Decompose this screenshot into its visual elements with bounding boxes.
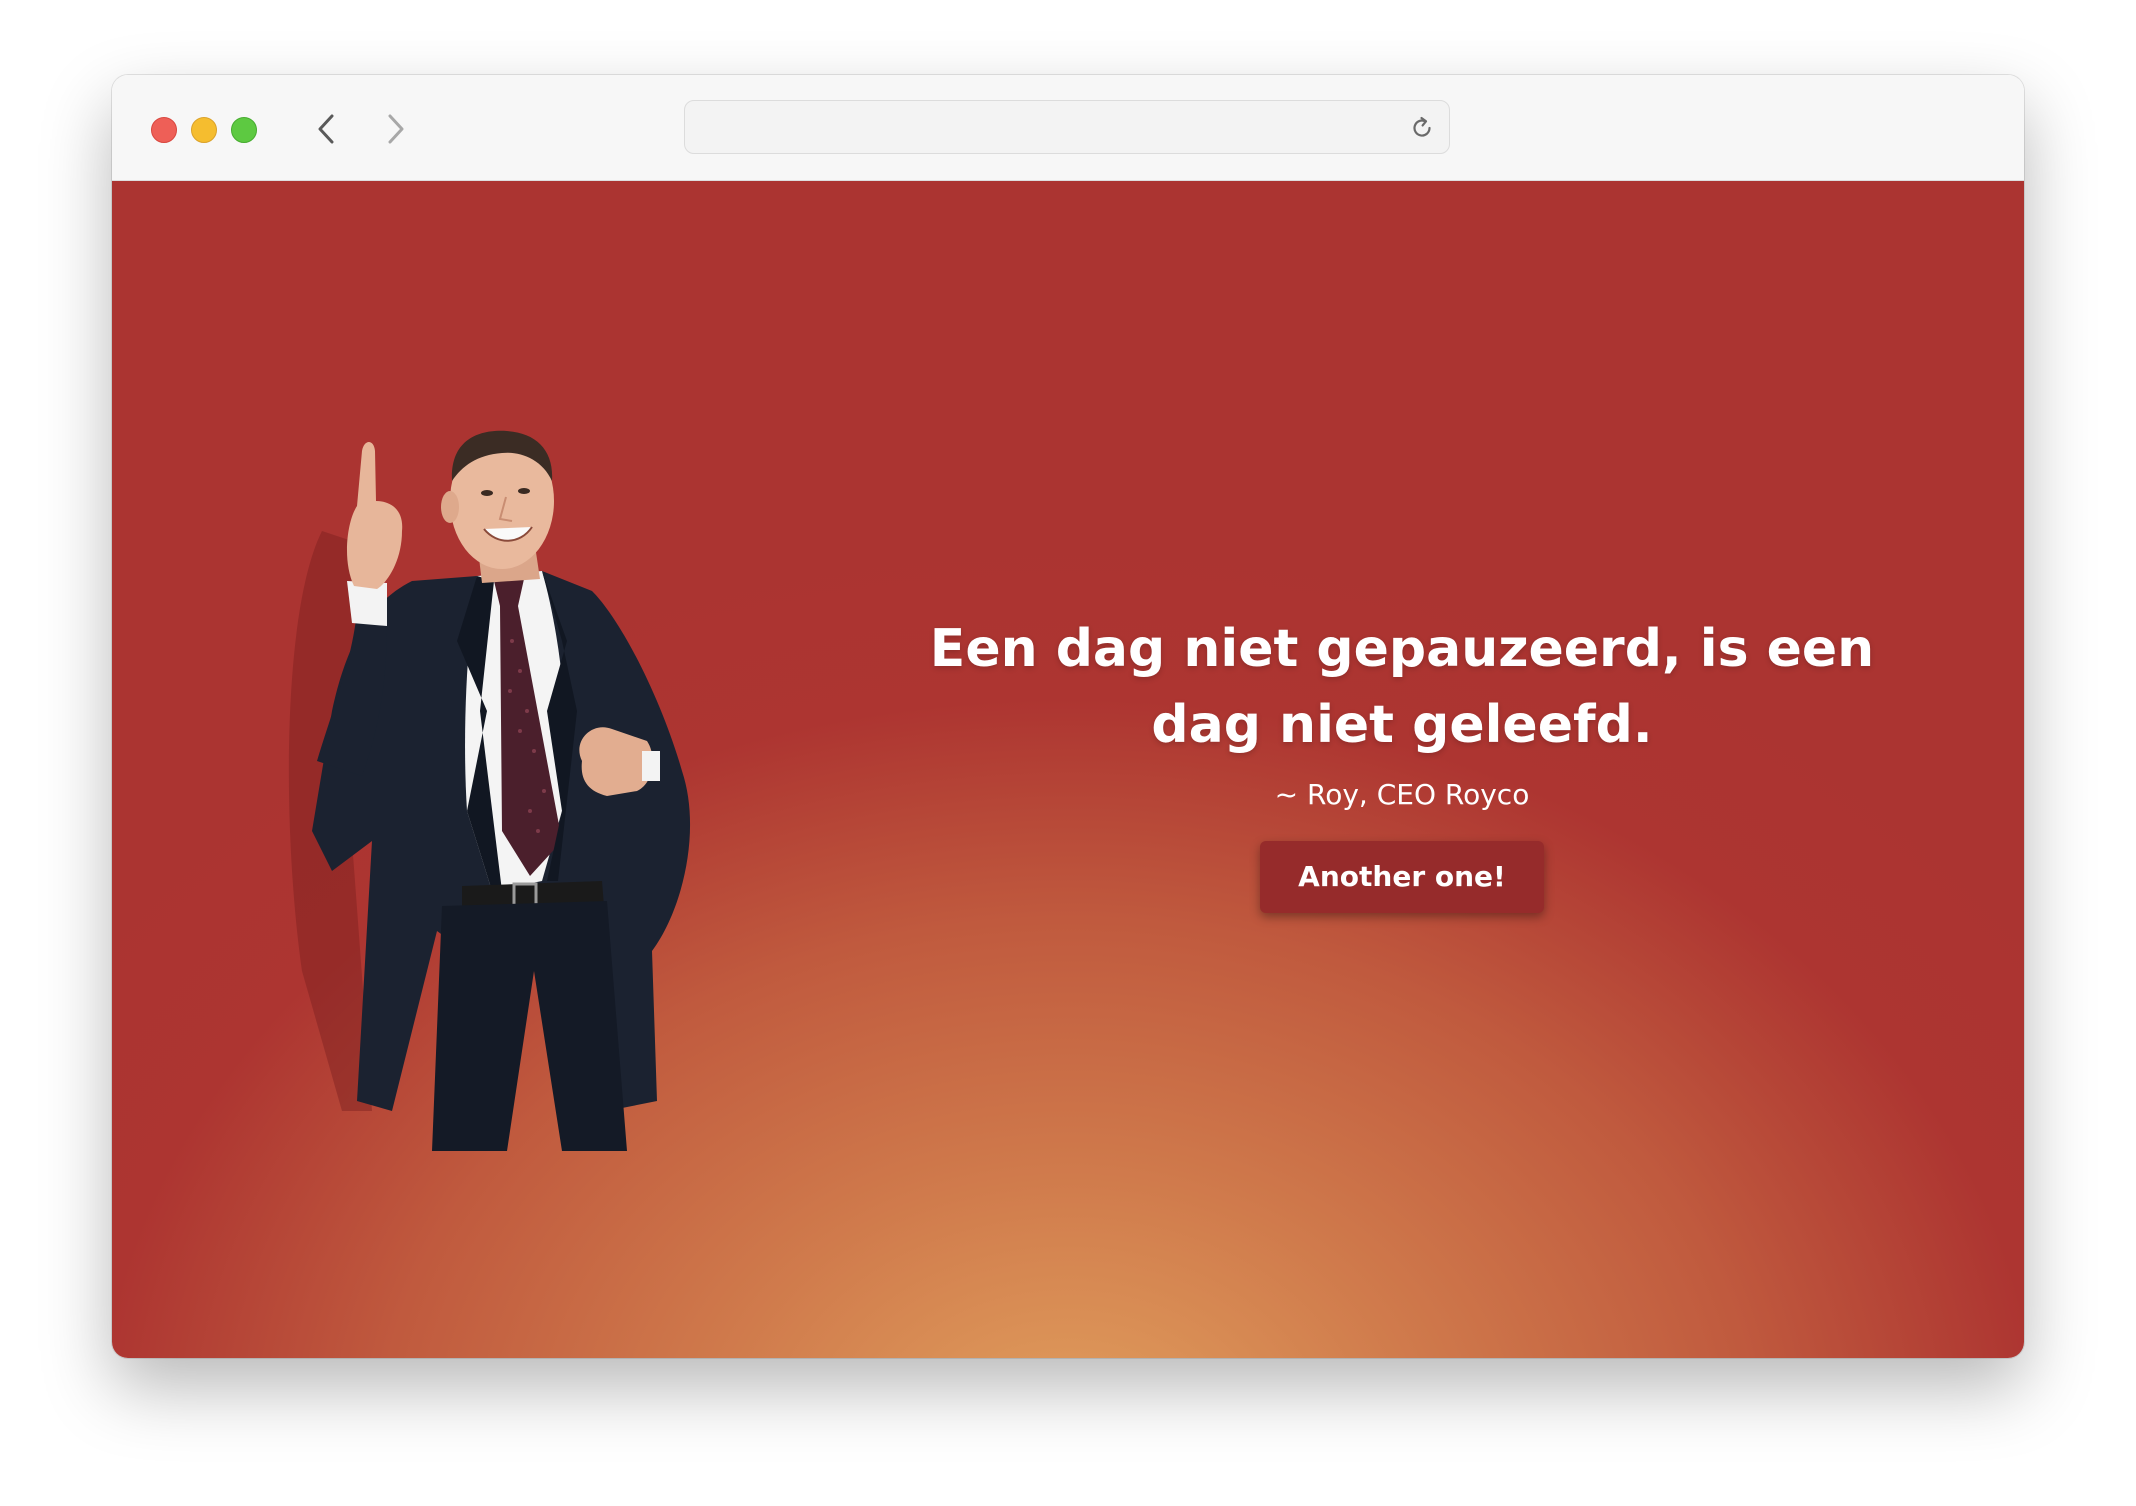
maximize-window-button[interactable] xyxy=(231,117,257,143)
chevron-right-icon xyxy=(388,114,404,144)
minimize-window-button[interactable] xyxy=(191,117,217,143)
ceo-photo xyxy=(288,430,691,1151)
forward-button[interactable] xyxy=(376,109,416,149)
quote-author: ~ Roy, CEO Royco xyxy=(1274,778,1530,811)
quote-text: Een dag niet gepauzeerd, is een dag niet… xyxy=(929,619,1875,755)
quote-block: Een dag niet gepauzeerd, is een dag niet… xyxy=(902,611,1902,913)
close-window-button[interactable] xyxy=(151,117,177,143)
browser-toolbar xyxy=(112,75,2024,181)
address-bar[interactable] xyxy=(684,100,1450,154)
reload-button[interactable] xyxy=(1407,113,1437,143)
another-quote-button[interactable]: Another one! xyxy=(1260,841,1544,913)
chevron-left-icon xyxy=(318,114,334,144)
browser-window: Een dag niet gepauzeerd, is een dag niet… xyxy=(112,75,2024,1358)
page-content: Een dag niet gepauzeerd, is een dag niet… xyxy=(112,181,2024,1358)
reload-icon xyxy=(1413,116,1431,137)
back-button[interactable] xyxy=(306,109,346,149)
